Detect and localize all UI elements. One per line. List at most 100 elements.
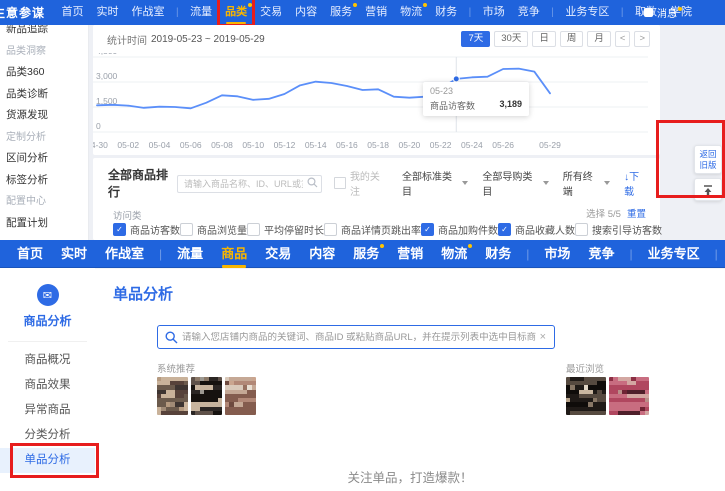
metric-checkbox[interactable]: 搜索引导访客数 <box>575 222 662 237</box>
metric-checkbox[interactable]: 商品详情页跳出率 <box>324 222 421 237</box>
selection-info: 选择 5/5重置 <box>586 206 646 220</box>
app-logo: 生意参谋 <box>0 4 45 21</box>
sidebar-item[interactable]: 品类360 <box>0 62 88 84</box>
nav-item[interactable]: 作战室 <box>132 0 165 25</box>
metric-checkbox[interactable]: 商品浏览量 <box>180 222 247 237</box>
next-button[interactable]: > <box>634 31 650 47</box>
svg-text:05-18: 05-18 <box>367 140 389 150</box>
mosaic-cell <box>602 411 606 415</box>
sidebar-item[interactable]: 区间分析 <box>0 148 88 170</box>
nav-item[interactable]: 服务 <box>353 240 379 268</box>
period-button[interactable]: 日 <box>532 31 556 47</box>
dropdown-label: 全部标准类目 <box>402 168 458 198</box>
filter-dropdown[interactable]: 全部导购类目 <box>482 168 548 198</box>
nav-item[interactable]: 流量 <box>190 0 212 25</box>
nav-divider: | <box>715 247 718 261</box>
metric-label: 搜索引导访客数 <box>592 222 662 237</box>
user-menu-label: 消息 <box>657 5 677 20</box>
user-menu[interactable]: 消息 <box>644 0 681 25</box>
metric-group-label: 访问类 <box>113 208 142 222</box>
clear-icon[interactable]: × <box>540 331 546 343</box>
svg-text:05-26: 05-26 <box>492 140 514 150</box>
mosaic-cell <box>645 411 649 415</box>
nav-item[interactable]: 首页 <box>62 0 84 25</box>
avatar <box>644 8 653 17</box>
nav-item[interactable]: 内容 <box>295 0 317 25</box>
search-icon[interactable] <box>307 177 318 188</box>
back-to-top-button[interactable] <box>694 178 722 201</box>
sidebar-item[interactable]: 商品效果 <box>0 373 95 398</box>
chevron-down-icon <box>604 181 610 185</box>
product-search-input[interactable] <box>177 175 322 193</box>
sidebar-item[interactable]: 品类诊断 <box>0 84 88 106</box>
envelope-icon: ✉ <box>43 289 52 302</box>
nav-item[interactable]: 市场 <box>483 0 505 25</box>
nav-item[interactable]: 作战室 <box>105 240 144 268</box>
sidebar-item[interactable]: 分类分析 <box>0 423 95 448</box>
metric-checkbox[interactable]: ✓商品收藏人数 <box>498 222 575 237</box>
nav-divider: | <box>551 7 554 18</box>
nav-item[interactable]: 商品 <box>221 240 247 268</box>
tooltip-date: 05-23 <box>430 86 522 96</box>
nav-item[interactable]: 市场 <box>544 240 570 268</box>
nav-item[interactable]: 交易 <box>265 240 291 268</box>
period-button[interactable]: 30天 <box>494 31 528 47</box>
sidebar-item[interactable]: 新品追踪 <box>0 25 88 41</box>
nav-item[interactable]: 实时 <box>97 0 119 25</box>
page-title: 单品分析 <box>113 283 173 304</box>
nav-item[interactable]: 交易 <box>260 0 282 25</box>
nav-item[interactable]: 营销 <box>397 240 423 268</box>
product-thumbnail[interactable] <box>157 377 188 415</box>
sidebar-item[interactable]: 配置计划 <box>0 213 88 235</box>
prev-button[interactable]: < <box>615 31 631 47</box>
nav-item[interactable]: 内容 <box>309 240 335 268</box>
chart-tooltip: 05-23 商品访客数 3,189 <box>423 82 529 116</box>
svg-text:05-12: 05-12 <box>274 140 296 150</box>
nav-item[interactable]: 物流 <box>441 240 467 268</box>
nav-item[interactable]: 竞争 <box>518 0 540 25</box>
nav-item[interactable]: 业务专区 <box>565 0 609 25</box>
reset-link[interactable]: 重置 <box>627 209 646 220</box>
sidebar-item[interactable]: 异常商品 <box>0 398 95 423</box>
nav-item[interactable]: 服务 <box>330 0 352 25</box>
product-thumbnail[interactable] <box>191 377 222 415</box>
period-button[interactable]: 周 <box>560 31 584 47</box>
trend-chart-card: 统计时间 2019-05-23 ~ 2019-05-29 7天30天日周月<> … <box>93 25 660 155</box>
nav-item[interactable]: 营销 <box>365 0 387 25</box>
sidebar-item-active[interactable]: 单品分析 <box>0 448 95 473</box>
filter-dropdown[interactable]: 全部标准类目 <box>402 168 468 198</box>
nav-item[interactable]: 财务 <box>485 240 511 268</box>
nav-item[interactable]: 财务 <box>435 0 457 25</box>
period-button[interactable]: 7天 <box>461 31 490 47</box>
nav-item[interactable]: 流量 <box>177 240 203 268</box>
sidebar-item[interactable]: 货源发现 <box>0 105 88 127</box>
download-link[interactable]: ↓下载 <box>624 168 648 198</box>
nav-item[interactable]: 品类 <box>225 0 247 25</box>
sidebar-item[interactable]: 商品概况 <box>0 348 95 373</box>
screenshot-root: 生意参谋 首页实时作战室|流量品类交易内容服务营销物流财务|市场竞争|业务专区|… <box>0 0 725 491</box>
search-icon <box>165 331 178 344</box>
back-to-old-version-button[interactable]: 返回 旧版 <box>694 145 722 174</box>
product-thumbnail[interactable] <box>566 377 606 415</box>
filter-dropdown[interactable]: 所有终端 <box>563 168 610 198</box>
recent-thumbnails <box>566 377 649 415</box>
nav-item[interactable]: 物流 <box>400 0 422 25</box>
metric-checkbox[interactable]: 平均停留时长 <box>247 222 324 237</box>
metric-checkbox[interactable]: ✓商品访客数 <box>113 222 180 237</box>
metric-checkbox[interactable]: ✓商品加购件数 <box>421 222 498 237</box>
metric-label: 平均停留时长 <box>264 222 324 237</box>
tooltip-value: 3,189 <box>499 99 522 112</box>
my-follow-checkbox[interactable]: 我的关注 <box>334 168 388 198</box>
nav-item[interactable]: 业务专区 <box>648 240 700 268</box>
product-thumbnail[interactable] <box>225 377 256 415</box>
product-thumbnail[interactable] <box>609 377 649 415</box>
nav-item[interactable]: 竞争 <box>588 240 614 268</box>
nav-divider: | <box>629 247 632 261</box>
period-button[interactable]: 月 <box>587 31 611 47</box>
sidebar-item[interactable]: 标签分析 <box>0 170 88 192</box>
nav-item[interactable]: 首页 <box>17 240 43 268</box>
svg-text:05-06: 05-06 <box>180 140 202 150</box>
nav-item[interactable]: 实时 <box>61 240 87 268</box>
single-product-search-input[interactable] <box>178 332 540 343</box>
metric-label: 商品浏览量 <box>197 222 247 237</box>
